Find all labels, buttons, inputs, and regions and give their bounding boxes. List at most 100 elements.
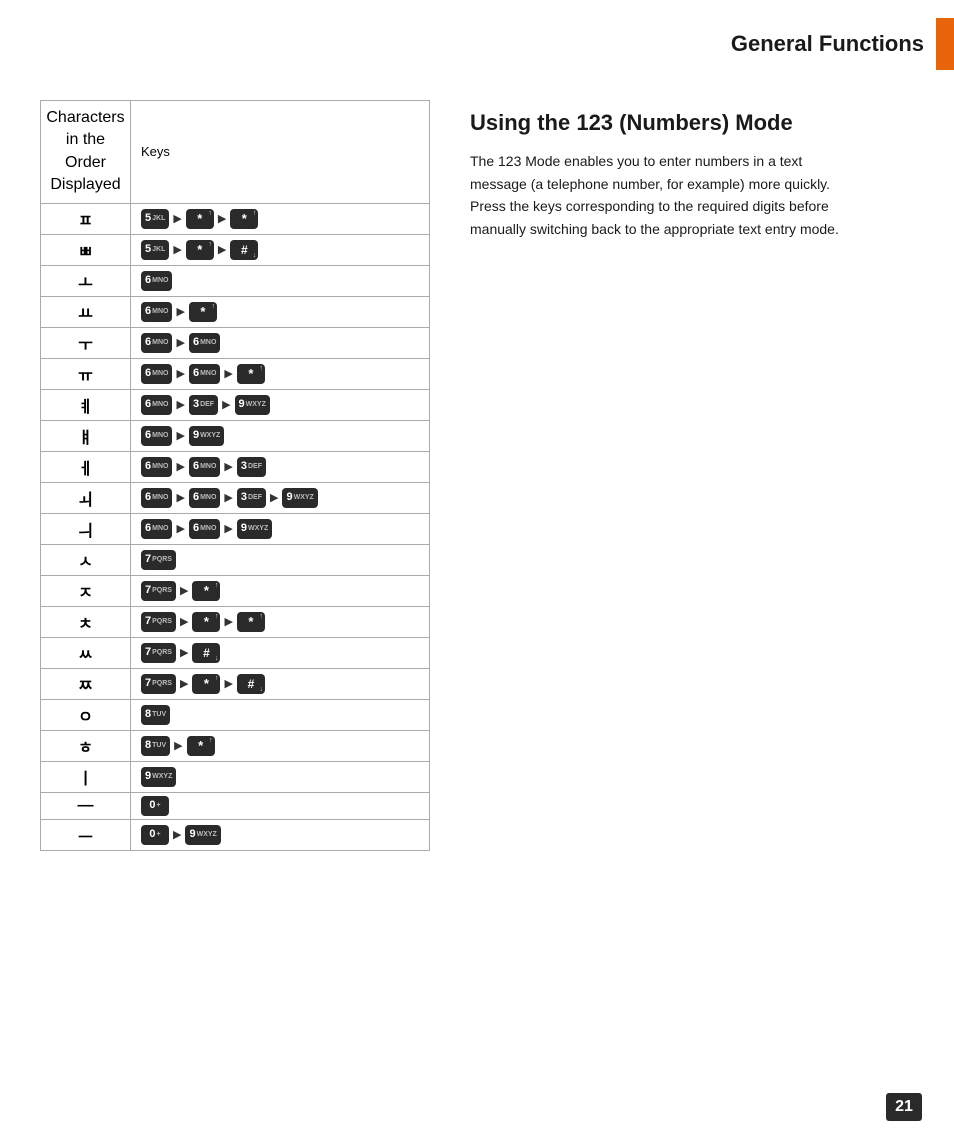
key-badge: 9WXYZ [189, 426, 224, 446]
char-cell: ㅈ [41, 575, 131, 606]
keys-cell: 6MNO [131, 265, 430, 296]
key-badge: 9WXYZ [235, 395, 270, 415]
arrow-icon: ▶ [218, 212, 226, 225]
table-row: ㅢ6MNO▶6MNO▶9WXYZ [41, 513, 430, 544]
table-row: ㅒ6MNO▶9WXYZ [41, 420, 430, 451]
key-badge: #↓ [237, 674, 265, 694]
key-badge: *↑ [187, 736, 215, 756]
table-row: ㅗ6MNO [41, 265, 430, 296]
key-badge: 6MNO [141, 395, 172, 415]
arrow-icon: ▶ [224, 615, 232, 628]
header-accent-bar [936, 18, 954, 70]
char-cell: ㅠ [41, 358, 131, 389]
table-row: ㅃ5JKL▶*↑▶#↓ [41, 234, 430, 265]
key-badge: 8TUV [141, 705, 170, 725]
arrow-icon: ▶ [224, 491, 232, 504]
table-row: ㅛ6MNO▶*↑ [41, 296, 430, 327]
key-badge: 0+ [141, 796, 169, 816]
arrow-icon: ▶ [224, 677, 232, 690]
keys-cell: 8TUV [131, 699, 430, 730]
char-cell: ㅉ [41, 668, 131, 699]
page-header: General Functions [0, 0, 954, 80]
arrow-icon: ▶ [176, 491, 184, 504]
table-row: —0+ [41, 792, 430, 819]
keys-cell: 5JKL▶*↑▶#↓ [131, 234, 430, 265]
section-title: Using the 123 (Numbers) Mode [470, 110, 914, 136]
key-badge: 6MNO [189, 457, 220, 477]
key-badge: 6MNO [141, 333, 172, 353]
char-cell: ㅃ [41, 234, 131, 265]
keys-cell: 0+ [131, 792, 430, 819]
char-table: Charactersin the OrderDisplayed Keys ㅍ5J… [40, 100, 430, 851]
key-badge: 6MNO [141, 302, 172, 322]
key-badge: 7PQRS [141, 643, 176, 663]
key-badge: 6MNO [141, 457, 172, 477]
key-badge: 7PQRS [141, 674, 176, 694]
key-badge: *↑ [237, 612, 265, 632]
keys-cell: 9WXYZ [131, 761, 430, 792]
header-title: General Functions [731, 31, 924, 57]
table-row: ㅔ6MNO▶6MNO▶3DEF [41, 451, 430, 482]
table-row: ㅈ7PQRS▶*↑ [41, 575, 430, 606]
char-cell: ㅍ [41, 203, 131, 234]
table-row: ㅅ7PQRS [41, 544, 430, 575]
table-row: ㅆ7PQRS▶#↓ [41, 637, 430, 668]
keys-cell: 8TUV▶*↑ [131, 730, 430, 761]
key-badge: *↑ [192, 581, 220, 601]
arrow-icon: ▶ [176, 429, 184, 442]
arrow-icon: ▶ [270, 491, 278, 504]
arrow-icon: ▶ [173, 212, 181, 225]
key-badge: 9WXYZ [141, 767, 176, 787]
main-content: Charactersin the OrderDisplayed Keys ㅍ5J… [0, 80, 954, 891]
keys-cell: 7PQRS▶*↑▶*↑ [131, 606, 430, 637]
char-cell: ㅊ [41, 606, 131, 637]
table-row: ㅉ7PQRS▶*↑▶#↓ [41, 668, 430, 699]
key-badge: 9WXYZ [185, 825, 220, 845]
table-row: ㅠ6MNO▶6MNO▶*↑ [41, 358, 430, 389]
arrow-icon: ▶ [224, 367, 232, 380]
char-cell: ᅳ [41, 819, 131, 850]
char-cell: ㅣ [41, 761, 131, 792]
keys-cell: 6MNO▶6MNO▶3DEF▶9WXYZ [131, 482, 430, 513]
table-row: ㅣ 9WXYZ [41, 761, 430, 792]
key-badge: 8TUV [141, 736, 170, 756]
key-badge: 6MNO [141, 271, 172, 291]
arrow-icon: ▶ [176, 522, 184, 535]
arrow-icon: ▶ [173, 828, 181, 841]
key-badge: 3DEF [237, 457, 266, 477]
arrow-icon: ▶ [180, 646, 188, 659]
key-badge: *↑ [186, 209, 214, 229]
table-row: ㅚ6MNO▶6MNO▶3DEF▶9WXYZ [41, 482, 430, 513]
keys-cell: 6MNO▶6MNO▶*↑ [131, 358, 430, 389]
arrow-icon: ▶ [218, 243, 226, 256]
char-cell: ㅇ [41, 699, 131, 730]
key-badge: 6MNO [189, 333, 220, 353]
key-badge: 6MNO [141, 519, 172, 539]
char-cell: ㅅ [41, 544, 131, 575]
key-badge: 7PQRS [141, 612, 176, 632]
key-badge: 0+ [141, 825, 169, 845]
key-badge: *↑ [230, 209, 258, 229]
keys-cell: 6MNO▶9WXYZ [131, 420, 430, 451]
table-row: ㅎ8TUV▶*↑ [41, 730, 430, 761]
key-badge: 3DEF [189, 395, 218, 415]
arrow-icon: ▶ [180, 584, 188, 597]
key-badge: *↑ [189, 302, 217, 322]
arrow-icon: ▶ [180, 615, 188, 628]
keys-cell: 7PQRS [131, 544, 430, 575]
char-cell: ㅜ [41, 327, 131, 358]
key-badge: 9WXYZ [282, 488, 317, 508]
keys-cell: 0+ ▶ 9WXYZ [131, 819, 430, 850]
arrow-icon: ▶ [176, 305, 184, 318]
arrow-icon: ▶ [224, 522, 232, 535]
col-char-header: Charactersin the OrderDisplayed [41, 101, 131, 204]
key-badge: *↑ [192, 674, 220, 694]
table-row: ᅳ 0+ ▶ 9WXYZ [41, 819, 430, 850]
key-badge: 5JKL [141, 240, 169, 260]
char-cell: ㅆ [41, 637, 131, 668]
key-badge: 6MNO [189, 364, 220, 384]
char-table-wrapper: Charactersin the OrderDisplayed Keys ㅍ5J… [40, 100, 430, 851]
arrow-icon: ▶ [176, 398, 184, 411]
key-badge: 6MNO [189, 488, 220, 508]
key-badge: 6MNO [141, 364, 172, 384]
